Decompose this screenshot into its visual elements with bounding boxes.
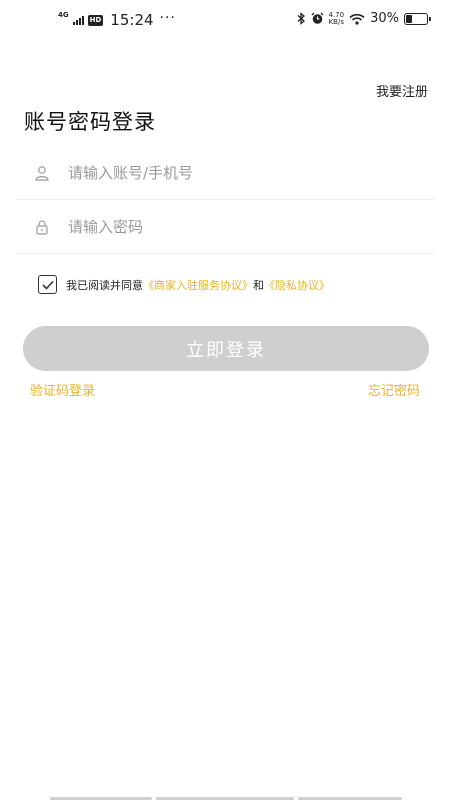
network-type: 4G: [58, 11, 69, 19]
agreement-row: 我已阅读并同意 《商家入驻服务协议》 和 《隐私协议》: [38, 275, 330, 294]
battery-level: [406, 14, 412, 23]
register-link[interactable]: 我要注册: [376, 81, 428, 100]
network-speed-unit: KB/s: [328, 17, 344, 26]
alarm-icon: [311, 12, 323, 24]
privacy-agreement-link[interactable]: 《隐私协议》: [264, 277, 330, 293]
battery-percent: 30%: [370, 11, 399, 26]
forgot-password-link[interactable]: 忘记密码: [368, 380, 420, 399]
login-button[interactable]: 立即登录: [23, 326, 429, 371]
merchant-agreement-link[interactable]: 《商家入驻服务协议》: [143, 277, 253, 293]
agreement-checkbox[interactable]: [38, 275, 57, 294]
password-input[interactable]: [68, 217, 388, 236]
battery-icon: [404, 12, 431, 25]
lock-icon: [34, 219, 50, 235]
status-time: 15:24: [110, 11, 154, 29]
network-speed: 4.70 KB/s: [328, 11, 345, 26]
check-icon: [41, 280, 54, 290]
more-notifications-icon: ···: [159, 10, 176, 26]
wifi-icon: [349, 13, 365, 25]
account-field-row: [16, 146, 434, 200]
page-title: 账号密码登录: [24, 110, 156, 134]
bluetooth-icon: [297, 12, 305, 25]
password-field-row: [16, 200, 434, 254]
signal-icon: [72, 15, 84, 25]
user-icon: [34, 165, 50, 181]
hd-badge: HD: [87, 14, 104, 26]
status-right: 4.70 KB/s 30%: [297, 11, 431, 26]
agreement-conjunction: 和: [253, 278, 264, 292]
agreement-prefix: 我已阅读并同意: [66, 278, 143, 292]
sms-login-link[interactable]: 验证码登录: [30, 380, 95, 399]
status-left: 4G HD 15:24 ···: [58, 10, 176, 29]
account-input[interactable]: [68, 163, 388, 182]
status-bar: 4G HD 15:24 ··· 4.70 KB/s 30%: [0, 0, 450, 38]
